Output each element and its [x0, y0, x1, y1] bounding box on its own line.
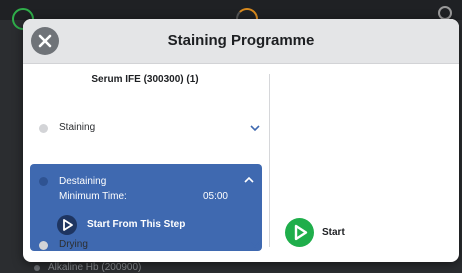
step-dot-icon	[39, 124, 48, 133]
close-icon	[38, 34, 52, 48]
close-button[interactable]	[31, 27, 59, 55]
step-dot-icon	[39, 177, 48, 186]
play-icon	[285, 218, 314, 247]
dialog-title: Staining Programme	[167, 32, 315, 49]
chevron-down-icon	[250, 242, 260, 249]
list-dot-icon	[34, 265, 40, 271]
step-label: Staining	[59, 122, 96, 133]
play-icon	[57, 215, 77, 235]
step-drying[interactable]: Drying	[39, 237, 261, 255]
start-from-step-label: Start From This Step	[87, 219, 186, 230]
step-label: Destaining	[59, 176, 107, 187]
chevron-up-icon	[244, 176, 254, 183]
chevron-down-icon	[250, 125, 260, 132]
step-staining[interactable]: Staining	[39, 120, 261, 138]
step-label: Drying	[59, 239, 88, 250]
start-button[interactable]: Start	[285, 218, 385, 248]
background-toolbar	[0, 0, 462, 20]
status-ring-icon	[438, 6, 452, 20]
minimum-time-value: 05:00	[202, 191, 228, 202]
staining-programme-dialog: Staining Programme Serum IFE (300300) (1…	[23, 19, 459, 262]
dialog-header: Staining Programme	[23, 19, 459, 64]
panel-divider	[269, 74, 270, 247]
step-dot-icon	[39, 241, 48, 250]
start-from-step-button[interactable]: Start From This Step	[57, 215, 227, 237]
background-list-item: Alkaline Hb (200900)	[48, 262, 142, 273]
start-label: Start	[322, 227, 345, 238]
minimum-time-label: Minimum Time:	[59, 191, 127, 202]
step-list-panel: Serum IFE (300300) (1) Staining Destaini…	[23, 64, 269, 262]
programme-title: Serum IFE (300300) (1)	[91, 74, 199, 85]
